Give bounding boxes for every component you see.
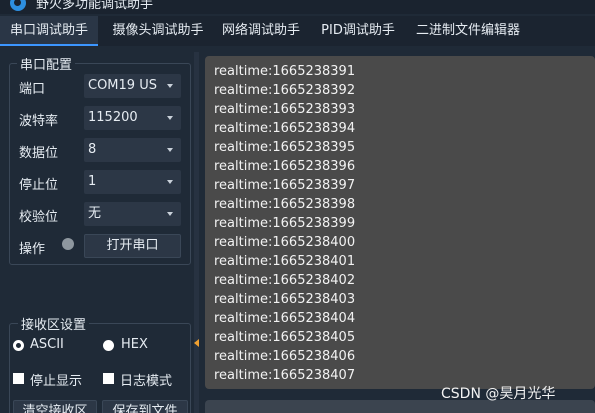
title-bar: 野火多功能调试助手 <box>0 0 595 14</box>
chevron-down-icon <box>167 84 173 88</box>
receive-settings-legend: 接收区设置 <box>18 314 90 333</box>
receive-line: realtime:1665238401 <box>214 254 356 269</box>
stopbits-label: 停止位 <box>19 178 59 193</box>
tab-serial-assistant[interactable]: 串口调试助手 <box>0 16 98 46</box>
receive-line: realtime:1665238406 <box>214 349 356 364</box>
databits-label: 数据位 <box>19 146 59 161</box>
receive-line: realtime:1665238392 <box>214 83 356 98</box>
chevron-down-icon <box>167 212 173 216</box>
watermark: CSDN @昊月光华 <box>441 386 556 402</box>
app-logo-icon <box>10 0 26 11</box>
port-select[interactable]: COM19 US <box>84 74 181 98</box>
panel-splitter[interactable] <box>194 52 199 413</box>
tab-camera-assistant[interactable]: 摄像头调试助手 <box>103 16 213 46</box>
port-status-indicator <box>62 238 74 250</box>
operate-label: 操作 <box>19 242 46 257</box>
tab-bar: 串口调试助手 摄像头调试助手 网络调试助手 PID调试助手 二进制文件编辑器 <box>0 16 595 46</box>
receive-line: realtime:1665238398 <box>214 197 356 212</box>
stopbits-select[interactable]: 1 <box>84 170 181 194</box>
window-title: 野火多功能调试助手 <box>36 0 154 12</box>
receive-line: realtime:1665238403 <box>214 292 356 307</box>
hex-label: HEX <box>121 337 148 352</box>
port-value: COM19 US <box>88 78 157 93</box>
receive-line: realtime:1665238402 <box>214 273 356 288</box>
receive-line: realtime:1665238393 <box>214 102 356 117</box>
databits-select[interactable]: 8 <box>84 138 181 162</box>
chevron-down-icon <box>167 116 173 120</box>
tab-network-assistant[interactable]: 网络调试助手 <box>218 16 304 46</box>
port-label: 端口 <box>19 82 46 97</box>
ascii-label: ASCII <box>30 337 64 352</box>
stopbits-value: 1 <box>88 174 97 189</box>
log-mode-label: 日志模式 <box>120 374 173 389</box>
hex-radio[interactable] <box>103 340 114 351</box>
baud-label: 波特率 <box>19 114 59 129</box>
receive-line: realtime:1665238400 <box>214 235 356 250</box>
stop-display-label: 停止显示 <box>30 374 83 389</box>
receive-line: realtime:1665238394 <box>214 121 356 136</box>
baud-value: 115200 <box>88 110 138 125</box>
receive-line: realtime:1665238395 <box>214 140 356 155</box>
tab-pid-assistant[interactable]: PID调试助手 <box>316 16 400 46</box>
parity-label: 校验位 <box>19 210 59 225</box>
collapse-arrow-icon[interactable] <box>194 339 199 347</box>
receive-line: realtime:1665238404 <box>214 311 356 326</box>
parity-select[interactable]: 无 <box>84 202 181 226</box>
receive-line: realtime:1665238407 <box>214 368 356 383</box>
chevron-down-icon <box>167 180 173 184</box>
clear-receive-button[interactable]: 清空接收区 <box>13 400 97 413</box>
stop-display-checkbox[interactable] <box>13 373 24 384</box>
chevron-down-icon <box>167 148 173 152</box>
parity-value: 无 <box>88 206 102 221</box>
receive-line: realtime:1665238405 <box>214 330 356 345</box>
receive-line: realtime:1665238397 <box>214 178 356 193</box>
serial-config-legend: 串口配置 <box>17 54 76 73</box>
receive-area[interactable]: realtime:1665238391 realtime:1665238392 … <box>205 56 595 389</box>
receive-line: realtime:1665238391 <box>214 64 356 79</box>
save-to-file-button[interactable]: 保存到文件 <box>102 400 188 413</box>
baud-select[interactable]: 115200 <box>84 106 181 130</box>
tab-binary-editor[interactable]: 二进制文件编辑器 <box>411 16 525 46</box>
log-mode-checkbox[interactable] <box>103 373 114 384</box>
ascii-radio[interactable] <box>13 340 24 351</box>
open-port-button[interactable]: 打开串口 <box>84 234 181 258</box>
receive-line: realtime:1665238396 <box>214 159 356 174</box>
databits-value: 8 <box>88 142 97 157</box>
receive-line: realtime:1665238399 <box>214 216 356 231</box>
